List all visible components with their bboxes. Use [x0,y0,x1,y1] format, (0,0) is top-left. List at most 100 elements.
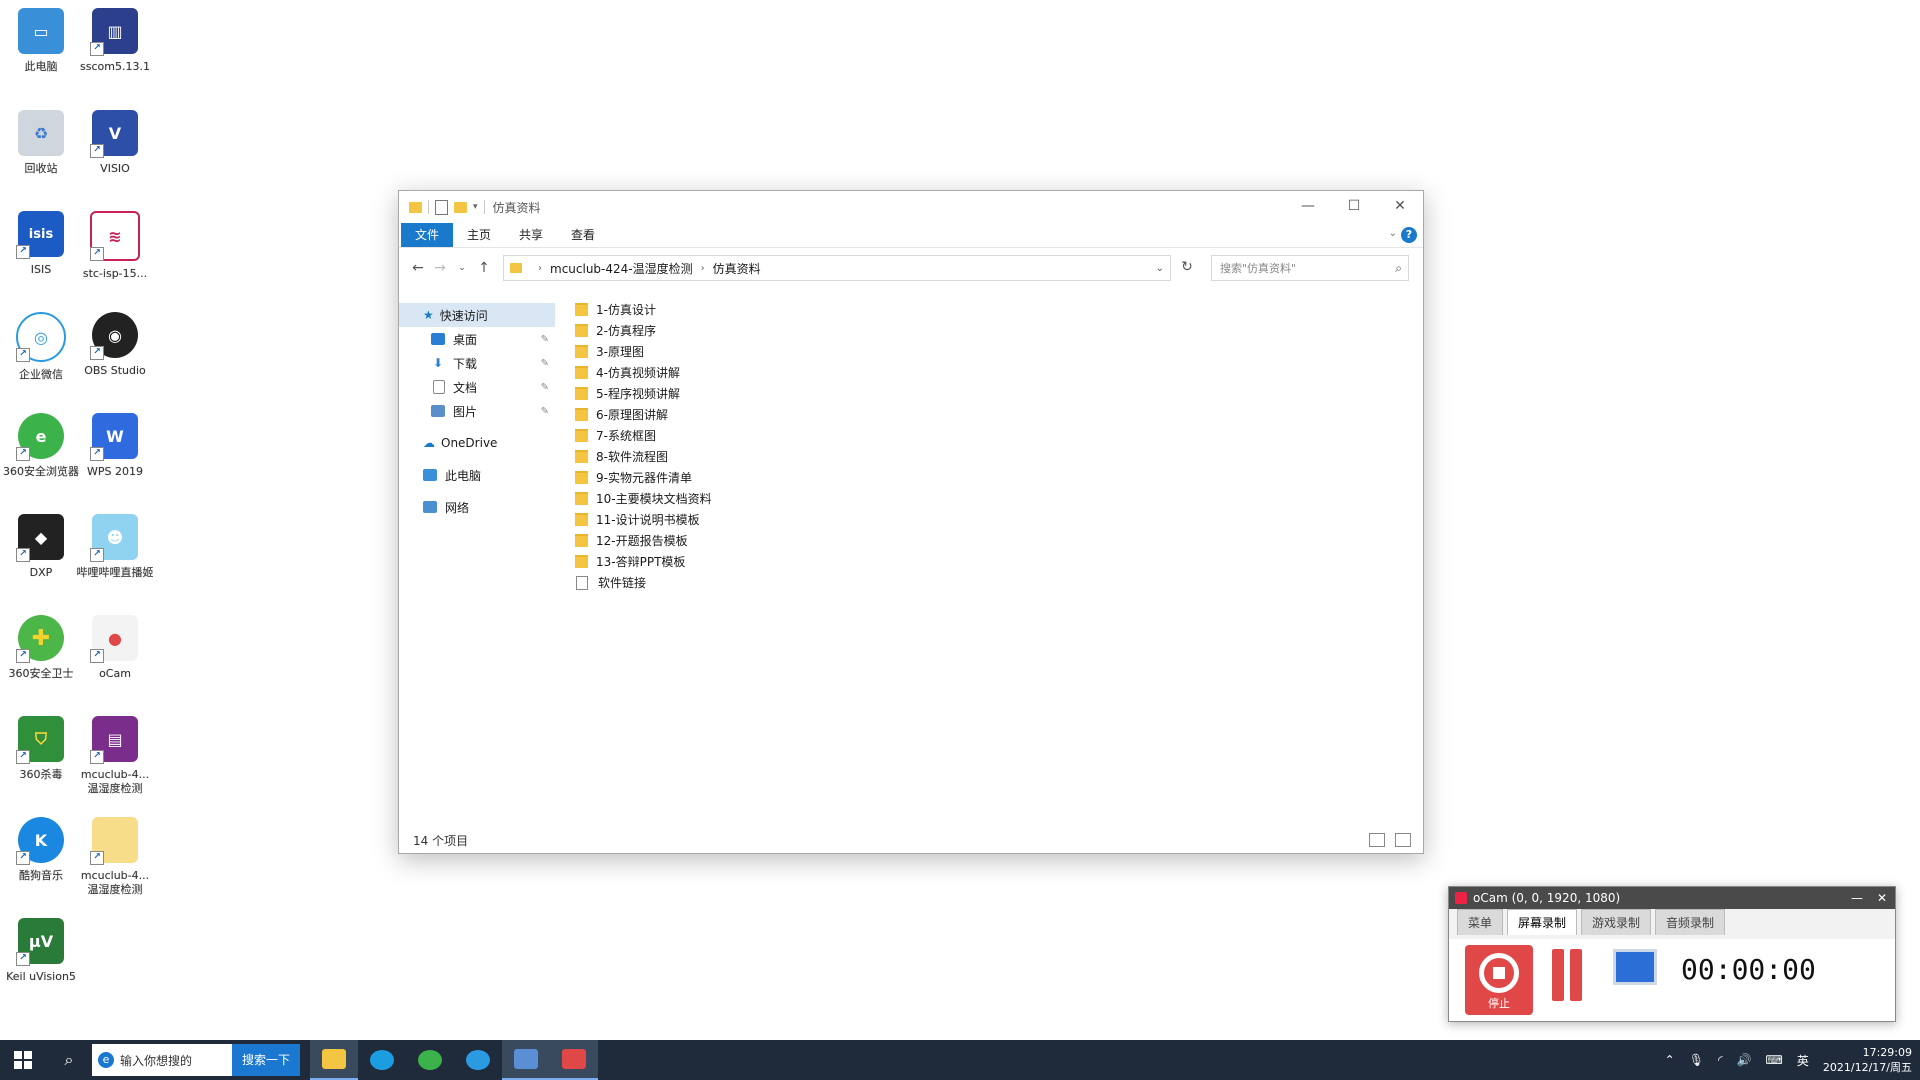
list-item[interactable]: 软件链接 [575,572,712,593]
pin-icon[interactable]: ✎ [541,358,549,369]
list-item[interactable]: 6-原理图讲解 [575,404,712,425]
back-arrow-icon[interactable]: ← [407,260,429,276]
taskbar-ocam[interactable] [550,1040,599,1080]
wifi-icon[interactable]: ◜ [1718,1053,1723,1067]
taskbar-search-field[interactable]: e 输入你想搜的 [92,1044,232,1076]
tab-screen-recording[interactable]: 屏幕录制 [1507,909,1578,935]
nav-item-onedrive[interactable]: ☁ OneDrive [399,431,555,455]
nav-item-network[interactable]: 网络 [399,495,555,519]
keyboard-icon[interactable]: ⌨ [1766,1053,1783,1067]
desktop-icon-sscom[interactable]: ▥ ↗ sscom5.13.1 [76,8,154,74]
refresh-icon[interactable]: ↻ [1175,255,1199,279]
list-item[interactable]: 8-软件流程图 [575,446,712,467]
pin-icon[interactable]: ✎ [541,382,549,393]
new-folder-icon[interactable] [454,201,467,213]
screen-area-button[interactable] [1613,949,1657,985]
stop-button[interactable]: 停止 [1465,945,1533,1015]
nav-item-desktop[interactable]: 桌面 ✎ [399,327,555,351]
desktop-icon-obs[interactable]: ◉ ↗ OBS Studio [76,312,154,378]
desktop-icon-folder-shortcut[interactable]: ↗ mcuclub-4...温湿度检测 [76,817,154,897]
desktop-icon-wecom[interactable]: ◎ ↗ 企业微信 [2,312,80,382]
details-view-icon[interactable] [1369,833,1385,847]
nav-item-pictures[interactable]: 图片 ✎ [399,399,555,423]
list-item[interactable]: 3-原理图 [575,341,712,362]
tab-audio-recording[interactable]: 音频录制 [1655,909,1726,935]
volume-icon[interactable]: 🔊 [1737,1053,1752,1067]
address-bar[interactable]: › mcuclub-424-温湿度检测 › 仿真资料 ⌄ [503,255,1171,281]
desktop-icon-bilibili-live[interactable]: ☻ ↗ 哔哩哔哩直播姬 [76,514,154,580]
desktop-icon-wps[interactable]: W ↗ WPS 2019 [76,413,154,479]
clock[interactable]: 17:29:09 2021/12/17/周五 [1823,1045,1912,1075]
nav-item-downloads[interactable]: ⬇ 下载 ✎ [399,351,555,375]
desktop-icon-isis[interactable]: isis ↗ ISIS [2,211,80,277]
taskbar-360-browser[interactable] [406,1040,454,1080]
desktop-icon-kugou[interactable]: K ↗ 酷狗音乐 [2,817,80,883]
tab-home[interactable]: 主页 [453,223,505,247]
help-icon[interactable]: ? [1401,227,1417,243]
list-item[interactable]: 12-开题报告模板 [575,530,712,551]
taskbar-app[interactable] [502,1040,551,1080]
list-item[interactable]: 10-主要模块文档资料 [575,488,712,509]
close-icon[interactable]: ✕ [1877,891,1887,905]
taskbar-file-explorer[interactable] [310,1040,359,1080]
desktop-icon-360-browser[interactable]: e ↗ 360安全浏览器 [2,413,80,479]
desktop-icon-recycle-bin[interactable]: ♻ 回收站 [2,110,80,176]
desktop-icon-stc-isp[interactable]: ≋ ↗ stc-isp-15... [76,211,154,281]
desktop-icon-visio[interactable]: V ↗ VISIO [76,110,154,176]
minimize-icon[interactable]: — [1851,891,1863,905]
breadcrumb-item[interactable]: mcuclub-424-温湿度检测 [550,260,693,277]
list-item[interactable]: 7-系统框图 [575,425,712,446]
close-icon[interactable]: ✕ [1377,191,1423,221]
taskbar-edge[interactable] [358,1040,406,1080]
chevron-right-icon[interactable]: › [701,263,705,274]
desktop-icon-this-pc[interactable]: ▭ 此电脑 [2,8,80,74]
desktop-icon-keil[interactable]: μV ↗ Keil uVision5 [2,918,80,984]
desktop-icon-ocam[interactable]: ● ↗ oCam [76,615,154,681]
tab-menu[interactable]: 菜单 [1457,909,1504,935]
list-item[interactable]: 5-程序视频讲解 [575,383,712,404]
forward-arrow-icon[interactable]: → [429,260,451,276]
pause-button[interactable] [1547,949,1587,1009]
list-item[interactable]: 11-设计说明书模板 [575,509,712,530]
breadcrumb-item[interactable]: 仿真资料 [713,260,761,277]
search-icon[interactable]: ⌕ [1395,261,1402,276]
tab-share[interactable]: 共享 [505,223,557,247]
ime-indicator[interactable]: 英 [1797,1052,1809,1069]
taskbar-search-button[interactable]: 搜索一下 [232,1044,301,1076]
expand-ribbon-icon[interactable]: ⌄ [1389,228,1397,239]
taskbar-wecom[interactable] [454,1040,502,1080]
list-item[interactable]: 1-仿真设计 [575,299,712,320]
nav-item-quick-access[interactable]: ★ 快速访问 [399,303,555,327]
up-arrow-icon[interactable]: ↑ [473,260,495,276]
search-input[interactable] [1218,260,1382,276]
customize-dropdown-icon[interactable]: ▾ [473,202,478,212]
address-dropdown-icon[interactable]: ⌄ [1156,263,1164,274]
chevron-right-icon[interactable]: › [538,263,542,274]
list-item[interactable]: 13-答辩PPT模板 [575,551,712,572]
chevron-up-icon[interactable]: ⌃ [1665,1053,1675,1067]
start-button[interactable] [0,1040,46,1080]
tab-file[interactable]: 文件 [401,223,454,247]
nav-item-documents[interactable]: 文档 ✎ [399,375,555,399]
nav-item-this-pc[interactable]: 此电脑 [399,463,555,487]
list-item[interactable]: 9-实物元器件清单 [575,467,712,488]
pin-icon[interactable]: ✎ [541,334,549,345]
minimize-icon[interactable]: — [1285,191,1331,221]
tab-view[interactable]: 查看 [557,223,609,247]
microphone-icon[interactable]: 🎙 [1689,1053,1704,1067]
maximize-icon[interactable]: ☐ [1331,191,1377,221]
tab-game-recording[interactable]: 游戏录制 [1581,909,1652,935]
desktop-icon-dxp[interactable]: ◆ ↗ DXP [2,514,80,580]
list-item[interactable]: 4-仿真视频讲解 [575,362,712,383]
desktop-icon-label: 哔哩哔哩直播姬 [76,566,154,579]
desktop-icon-360-antivirus[interactable]: ⛉ ↗ 360杀毒 [2,716,80,782]
desktop-icon-archive[interactable]: ▤ ↗ mcuclub-4...温湿度检测 [76,716,154,796]
pin-icon[interactable]: ✎ [541,406,549,417]
large-icons-view-icon[interactable] [1395,833,1411,847]
search-box[interactable]: ⌕ [1211,255,1409,281]
recent-locations-icon[interactable]: ⌄ [451,263,473,273]
properties-icon[interactable] [435,199,448,215]
search-icon[interactable]: ⌕ [46,1050,92,1070]
list-item[interactable]: 2-仿真程序 [575,320,712,341]
desktop-icon-360-safe[interactable]: ✚ ↗ 360安全卫士 [2,615,80,681]
